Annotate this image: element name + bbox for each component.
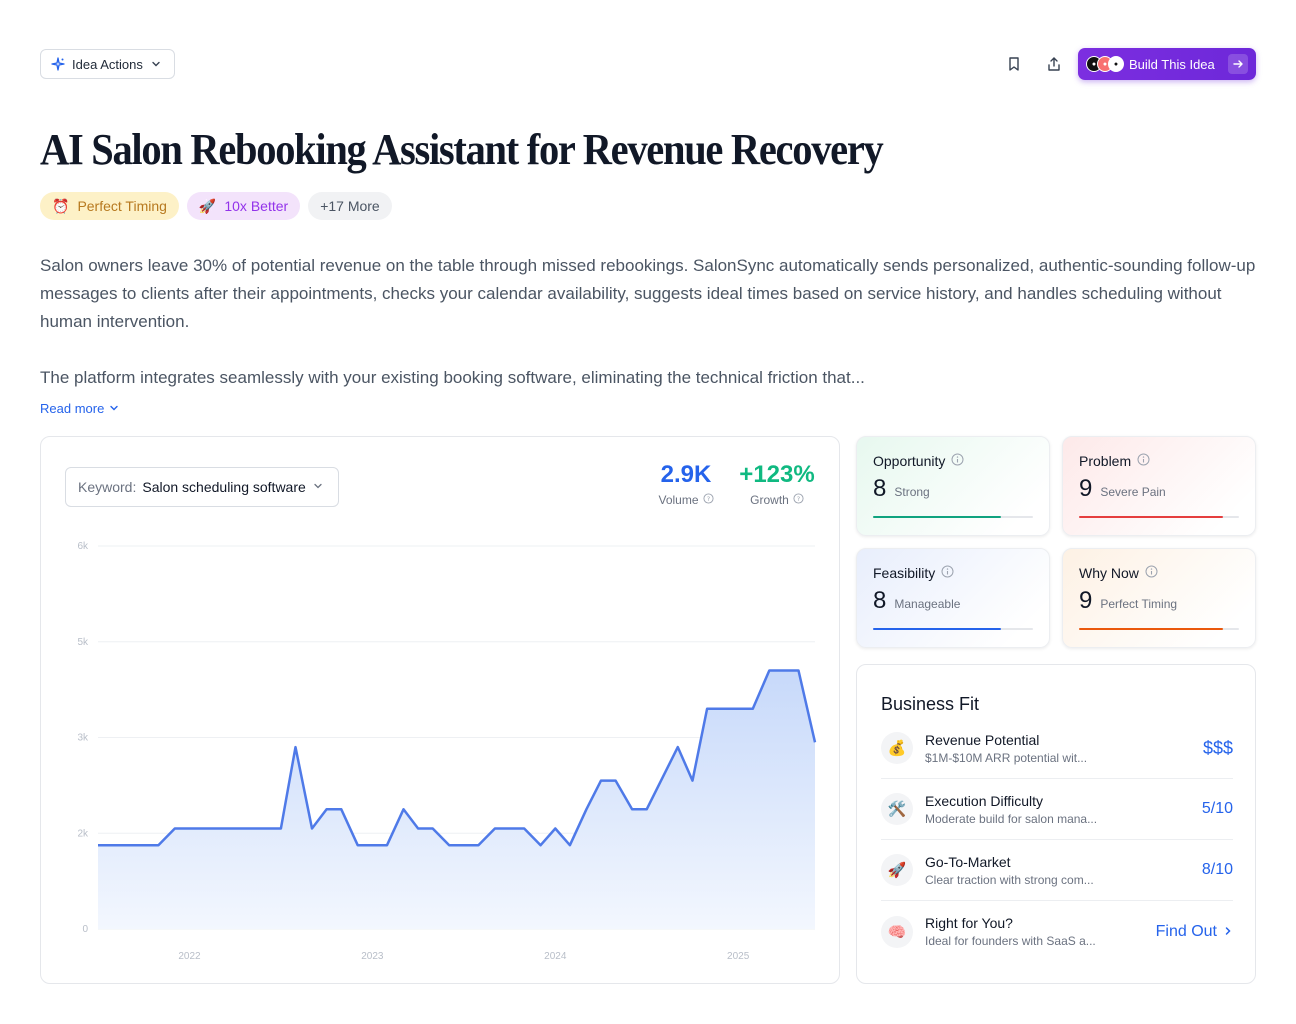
row-desc: Ideal for founders with SaaS a... [925, 934, 1096, 948]
read-more-link[interactable]: Read more [40, 401, 119, 416]
tag-label: Perfect Timing [77, 198, 167, 214]
score-bar-fill [873, 628, 1001, 630]
more-tags-button[interactable]: +17 More [308, 192, 392, 220]
score-bar [873, 516, 1033, 518]
idea-actions-button[interactable]: Idea Actions [40, 49, 175, 79]
score-card-problem[interactable]: Problem 9 Severe Pain [1062, 436, 1256, 536]
trend-chart: 0 2k 3k 5k 6k 2022 2023 2024 2025 [77, 541, 817, 962]
business-fit-row-go-to-market[interactable]: 🚀 Go-To-Market Clear traction with strong… [881, 840, 1233, 901]
tag-label: +17 More [320, 198, 380, 214]
build-this-idea-button[interactable]: ● ● ● Build This Idea [1078, 48, 1256, 80]
rocket-icon: 🚀 [198, 197, 217, 214]
share-icon[interactable] [1044, 54, 1064, 74]
business-fit-row-revenue[interactable]: 💰 Revenue Potential $1M-$10M ARR potentia… [881, 718, 1233, 779]
info-icon[interactable] [1137, 453, 1150, 469]
tool-logo-icon: ● [1108, 56, 1124, 72]
score-value: 8 [873, 587, 887, 614]
row-desc: Clear traction with strong com... [925, 872, 1094, 887]
score-name: Problem [1079, 453, 1132, 469]
score-caption: Strong [894, 485, 930, 499]
score-bar-fill [873, 516, 1001, 518]
y-tick-label: 2k [77, 828, 89, 839]
find-out-label: Find Out [1155, 922, 1217, 940]
trend-chart-card: Keyword: Salon scheduling software 2.9K … [40, 436, 840, 984]
score-card-why-now[interactable]: Why Now 9 Perfect Timing [1062, 548, 1256, 648]
y-tick-label: 6k [77, 541, 89, 552]
score-card-opportunity[interactable]: Opportunity 8 Strong [856, 436, 1050, 536]
tag-list: ⏰ Perfect Timing 🚀 10x Better +17 More [40, 192, 392, 220]
money-bag-icon: 💰 [881, 732, 913, 764]
score-bar-fill [1079, 516, 1223, 518]
description-paragraph-2: The platform integrates seamlessly with … [40, 368, 865, 387]
score-name: Feasibility [873, 565, 936, 581]
tag-label: 10x Better [224, 198, 289, 214]
row-desc: Moderate build for salon mana... [925, 811, 1098, 826]
build-label: Build This Idea [1129, 56, 1215, 72]
description-paragraph-1: Salon owners leave 30% of potential reve… [40, 256, 1256, 331]
row-name: Revenue Potential [925, 731, 1040, 748]
chevron-down-icon [150, 58, 162, 70]
score-value: 9 [1079, 587, 1093, 614]
y-tick-label: 0 [82, 924, 88, 935]
row-desc: $1M-$10M ARR potential wit... [925, 750, 1088, 765]
x-tick-label: 2025 [727, 951, 750, 962]
sparkle-icon [51, 57, 65, 71]
score-bar-fill [1079, 628, 1223, 630]
bookmark-icon[interactable] [1004, 54, 1024, 74]
score-card-feasibility[interactable]: Feasibility 8 Manageable [856, 548, 1050, 648]
score-value: 8 [873, 475, 887, 502]
business-fit-row-execution[interactable]: 🛠️ Execution Difficulty Moderate build fo… [881, 779, 1233, 840]
row-name: Execution Difficulty [925, 792, 1044, 809]
info-icon[interactable] [1145, 565, 1158, 581]
page-title: AI Salon Rebooking Assistant for Revenue… [40, 125, 884, 174]
score-bar [1079, 628, 1239, 630]
x-tick-label: 2022 [178, 951, 201, 962]
business-fit-card: Business Fit 💰 Revenue Potential $1M-$10M… [856, 664, 1256, 984]
score-name: Opportunity [873, 453, 946, 469]
score-name: Why Now [1079, 565, 1139, 581]
y-tick-label: 3k [77, 733, 89, 744]
chevron-down-icon [109, 401, 119, 416]
info-icon[interactable] [951, 453, 964, 469]
info-icon[interactable] [941, 565, 954, 581]
row-value: 5/10 [1201, 800, 1233, 817]
business-fit-title: Business Fit [881, 694, 980, 714]
row-value: $$$ [1202, 737, 1233, 758]
tag-10x-better[interactable]: 🚀 10x Better [186, 192, 301, 220]
row-name: Go-To-Market [925, 853, 1011, 870]
rocket-icon: 🚀 [881, 854, 913, 886]
find-out-link[interactable]: Find Out [1156, 923, 1233, 941]
read-more-label: Read more [40, 401, 105, 416]
x-tick-label: 2023 [361, 951, 384, 962]
tools-icon: 🛠️ [881, 793, 913, 825]
business-fit-row-right-for-you[interactable]: 🧠 Right for You? Ideal for founders with … [881, 901, 1233, 962]
idea-actions-label: Idea Actions [72, 56, 143, 72]
brain-icon: 🧠 [881, 915, 913, 948]
score-caption: Manageable [894, 597, 961, 611]
alarm-clock-icon: ⏰ [52, 197, 70, 214]
score-bar [1079, 516, 1239, 518]
row-value: 8/10 [1201, 861, 1233, 878]
score-bar [873, 628, 1033, 630]
score-value: 9 [1079, 475, 1093, 502]
tool-logos: ● ● ● [1086, 56, 1124, 72]
y-tick-label: 5k [77, 637, 89, 648]
arrow-right-icon [1228, 54, 1248, 74]
row-name: Right for You? [925, 915, 1013, 931]
x-tick-label: 2024 [544, 951, 567, 962]
score-caption: Severe Pain [1100, 485, 1166, 499]
score-caption: Perfect Timing [1100, 597, 1178, 611]
tag-perfect-timing[interactable]: ⏰ Perfect Timing [40, 192, 179, 220]
chevron-right-icon [1223, 923, 1233, 941]
